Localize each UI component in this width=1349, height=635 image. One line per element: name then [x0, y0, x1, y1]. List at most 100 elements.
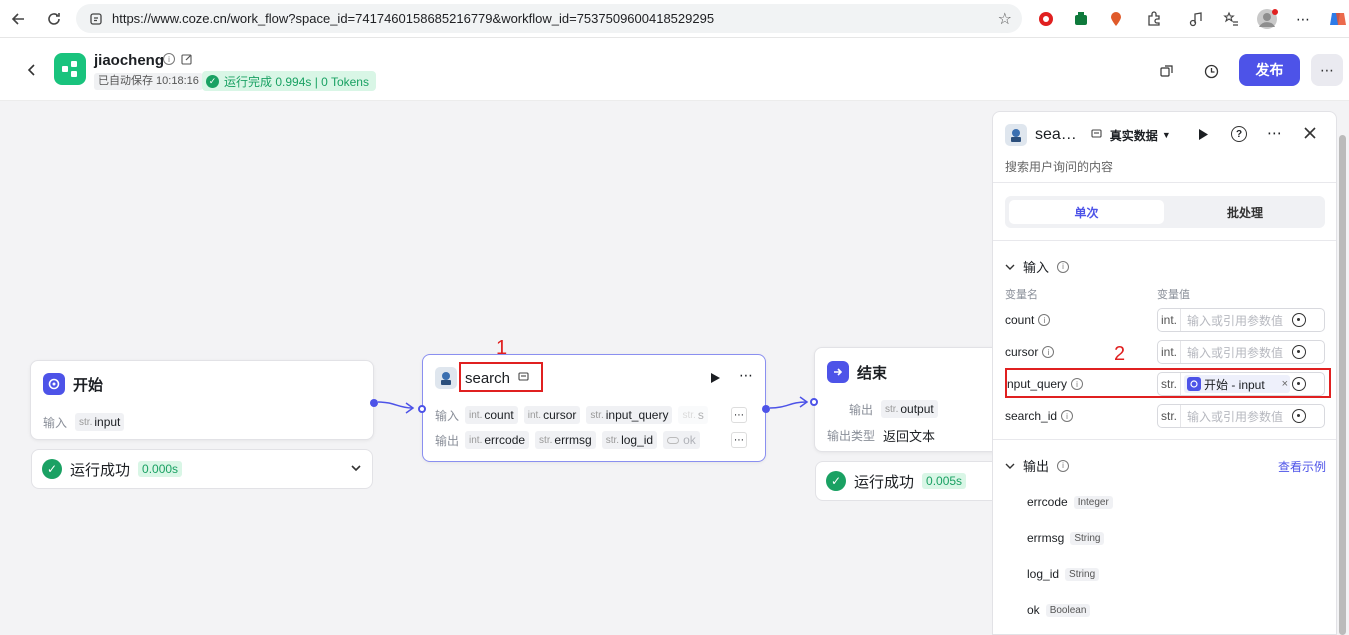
- var-name-count: count i: [1005, 313, 1051, 327]
- help-icon[interactable]: ?: [1231, 126, 1247, 142]
- panel-run-icon[interactable]: [1197, 128, 1209, 146]
- bookmark-star-icon[interactable]: ☆: [998, 9, 1012, 29]
- col-var-name: 变量名: [1005, 289, 1038, 301]
- media-icon[interactable]: [1185, 8, 1207, 30]
- info-icon: i: [1038, 314, 1051, 326]
- caret-down-icon: ▼: [1161, 130, 1171, 140]
- view-example-link[interactable]: 查看示例: [1278, 458, 1326, 475]
- extensions-puzzle-icon[interactable]: [1143, 8, 1165, 30]
- output-ok: ok Boolean: [1027, 603, 1091, 617]
- reference-variable-icon[interactable]: [1292, 409, 1306, 423]
- reference-variable-icon[interactable]: [1292, 345, 1306, 359]
- input-info-icon[interactable]: i: [1057, 260, 1070, 273]
- node-more-icon[interactable]: ⋯: [739, 367, 753, 384]
- input-section-header[interactable]: 输入 i: [1005, 257, 1070, 276]
- favorites-icon[interactable]: [1220, 8, 1242, 30]
- outputs-more-icon[interactable]: ⋯: [731, 432, 747, 448]
- back-arrow-icon[interactable]: [6, 7, 30, 31]
- url-text: https://www.coze.cn/work_flow?space_id=7…: [112, 11, 715, 26]
- tab-batch[interactable]: 批处理: [1170, 200, 1320, 224]
- chevron-down-icon: [1005, 463, 1015, 469]
- end-input-port[interactable]: [810, 398, 818, 406]
- chevron-down-icon: [1005, 264, 1015, 270]
- chevron-down-icon[interactable]: [350, 461, 362, 478]
- data-mode-select[interactable]: 真实数据 ▼: [1110, 127, 1171, 144]
- panel-title: sea…: [1035, 126, 1077, 143]
- profile-avatar-icon[interactable]: [1256, 8, 1278, 30]
- browser-menu-icon[interactable]: ⋯: [1292, 8, 1314, 30]
- search-input-port[interactable]: [418, 405, 426, 413]
- app-logo-icon: [54, 53, 86, 85]
- site-info-icon[interactable]: [88, 11, 104, 27]
- var-name-search-id: search_id i: [1005, 409, 1074, 423]
- tab-single[interactable]: 单次: [1009, 200, 1164, 224]
- end-node[interactable]: 结束 输出 str. output 输出类型 返回文本: [810, 347, 1014, 452]
- search-input-label: 输入: [435, 408, 460, 423]
- search-plugin-icon: [1005, 124, 1027, 146]
- search-output-label: 输出: [435, 433, 460, 448]
- search-id-input[interactable]: str. 输入或引用参数值: [1157, 404, 1325, 428]
- start-node-title: 开始: [73, 376, 104, 394]
- end-node-icon: [827, 361, 849, 383]
- end-output-tag: str. output: [881, 400, 938, 418]
- more-options-icon[interactable]: ⋯: [1311, 54, 1343, 86]
- run-status-badge: ✓ 运行完成 0.994s | 0 Tokens: [202, 71, 376, 91]
- start-node[interactable]: 开始 输入 str. input: [30, 360, 378, 440]
- search-plugin-icon: [435, 367, 457, 389]
- info-icon: i: [1061, 410, 1074, 422]
- panel-description: 搜索用户询问的内容: [1005, 160, 1114, 174]
- search-input-cursor: int. cursor: [523, 406, 581, 424]
- edit-icon[interactable]: [181, 53, 193, 68]
- start-status-text: 运行成功: [70, 461, 131, 479]
- back-chevron-icon[interactable]: [22, 60, 42, 80]
- publish-button[interactable]: 发布: [1239, 54, 1300, 86]
- extension-red-icon[interactable]: [1035, 8, 1057, 30]
- panel-scrollbar[interactable]: [1339, 135, 1346, 635]
- end-status-time: 0.005s: [922, 473, 967, 489]
- app-info-icon[interactable]: i: [163, 53, 175, 65]
- search-input-query: str. input_query: [586, 406, 673, 424]
- end-output-kind-value: 返回文本: [883, 429, 936, 444]
- search-output-ok: ok: [663, 431, 700, 449]
- plugin-store-icon: [1091, 126, 1102, 144]
- copilot-icon[interactable]: [1327, 8, 1349, 30]
- output-log-id: log_id String: [1027, 567, 1100, 581]
- col-var-value: 变量值: [1157, 289, 1190, 301]
- run-status-text: 运行完成 0.994s | 0 Tokens: [224, 74, 369, 89]
- run-mode-tabs: 单次 批处理: [1005, 196, 1325, 228]
- browser-toolbar: https://www.coze.cn/work_flow?space_id=7…: [0, 0, 1349, 38]
- annotation-box-1: [459, 362, 543, 392]
- search-output-port[interactable]: [762, 405, 770, 413]
- end-output-label: 输出: [849, 402, 874, 417]
- reference-variable-icon[interactable]: [1292, 313, 1306, 327]
- end-output-kind-label: 输出类型: [827, 429, 876, 443]
- output-info-icon[interactable]: i: [1057, 459, 1070, 472]
- output-errcode: errcode Integer: [1027, 495, 1113, 509]
- output-section-header[interactable]: 输出 i: [1005, 456, 1070, 475]
- reload-icon[interactable]: [42, 7, 66, 31]
- start-output-port[interactable]: [370, 399, 378, 407]
- search-input-count: int. count: [465, 406, 518, 424]
- panel-more-icon[interactable]: ⋯: [1267, 124, 1282, 142]
- close-icon[interactable]: [1303, 126, 1317, 145]
- inputs-more-icon[interactable]: ⋯: [731, 407, 747, 423]
- history-icon[interactable]: [1200, 60, 1222, 82]
- run-node-play-icon[interactable]: [709, 371, 721, 389]
- workflow-header: jiaocheng i 已自动保存 10:18:16 ✓ 运行完成 0.994s…: [0, 38, 1349, 101]
- copy-icon[interactable]: [1156, 60, 1178, 82]
- start-run-status[interactable]: ✓ 运行成功 0.000s: [31, 449, 373, 489]
- cursor-input[interactable]: int. 输入或引用参数值: [1157, 340, 1325, 364]
- end-status-text: 运行成功: [854, 473, 915, 491]
- address-bar[interactable]: https://www.coze.cn/work_flow?space_id=7…: [76, 4, 1022, 33]
- start-node-icon: [43, 373, 65, 395]
- extension-green-icon[interactable]: [1070, 8, 1092, 30]
- input-section-title: 输入: [1023, 260, 1050, 275]
- extension-pin-icon[interactable]: [1105, 8, 1127, 30]
- annotation-box-2: [1005, 368, 1331, 398]
- start-input-label: 输入: [43, 415, 68, 430]
- count-input[interactable]: int. 输入或引用参数值: [1157, 308, 1325, 332]
- search-output-errmsg: str. errmsg: [535, 431, 596, 449]
- var-name-cursor: cursor i: [1005, 345, 1055, 359]
- success-check-icon: ✓: [826, 471, 846, 491]
- end-run-status[interactable]: ✓ 运行成功 0.005s: [815, 461, 1013, 501]
